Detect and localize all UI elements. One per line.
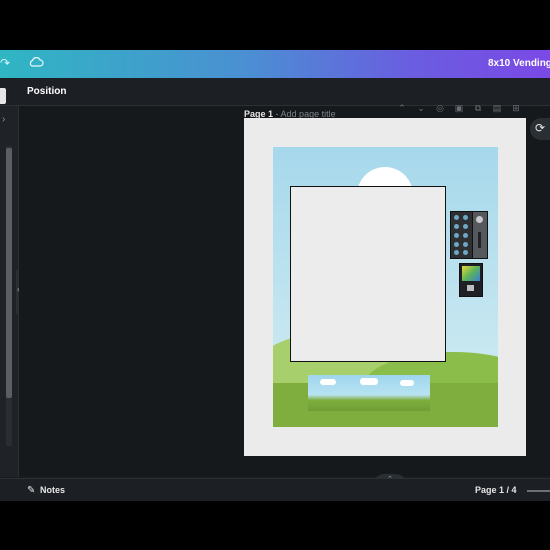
cloud-shape <box>400 380 414 386</box>
notes-icon[interactable]: ✎ <box>27 485 35 496</box>
cloud-icon[interactable] <box>28 56 44 68</box>
zoom-slider[interactable] <box>527 490 550 492</box>
refresh-icon: ⟳ <box>535 121 546 135</box>
lock-icon[interactable]: ▣ <box>453 103 465 114</box>
top-bar: ↷ 8x10 Vending Ma <box>0 50 550 78</box>
footer-bar: ✎ Notes Page 1 / 4 <box>0 478 550 501</box>
coin-slot <box>478 232 481 248</box>
vending-machine-panel[interactable] <box>472 211 488 259</box>
background-scene[interactable] <box>273 147 498 427</box>
cloud-shape <box>360 378 378 385</box>
redo-icon[interactable]: ↷ <box>0 56 10 70</box>
document-title[interactable]: 8x10 Vending Ma <box>488 58 550 69</box>
scrollbar-thumb[interactable] <box>6 148 12 398</box>
snack-slot <box>467 285 474 291</box>
notes-button[interactable]: Notes <box>40 485 65 495</box>
design-page[interactable] <box>244 118 526 456</box>
trash-icon[interactable]: ▤ <box>491 103 503 114</box>
context-toolbar: Position <box>0 78 550 106</box>
chevron-right-icon[interactable]: › <box>2 114 5 125</box>
position-button[interactable]: Position <box>27 86 66 97</box>
photo-frame[interactable] <box>290 186 446 362</box>
menu-icon[interactable] <box>0 88 6 104</box>
refresh-button[interactable]: ⟳ <box>530 118 550 140</box>
cloud-shape <box>320 379 336 385</box>
duplicate-icon[interactable]: ⧉ <box>472 103 484 114</box>
vending-machine-front[interactable] <box>450 211 474 259</box>
add-page-icon[interactable]: ⊞ <box>510 103 522 114</box>
chevron-up-icon[interactable]: ⌃ <box>396 103 408 114</box>
snack-machine[interactable] <box>459 263 483 297</box>
eye-off-icon[interactable]: ◎ <box>434 103 446 114</box>
page-indicator[interactable]: Page 1 / 4 <box>475 485 517 495</box>
coin-knob <box>476 216 483 223</box>
chevron-down-icon[interactable]: ⌄ <box>415 103 427 114</box>
page-actions: ⌃ ⌄ ◎ ▣ ⧉ ▤ ⊞ <box>396 103 522 114</box>
bottom-landscape-panel[interactable] <box>308 375 430 411</box>
snack-window <box>462 266 480 281</box>
